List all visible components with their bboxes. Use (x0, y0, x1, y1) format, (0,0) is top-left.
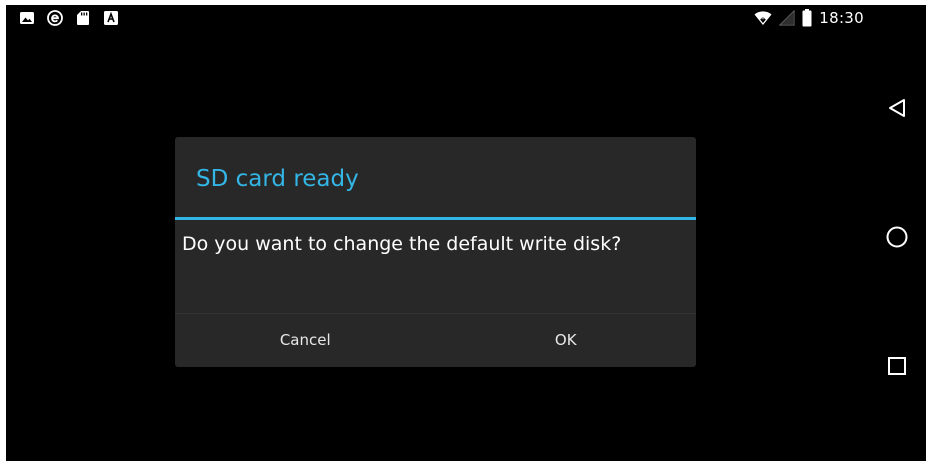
recents-button[interactable] (881, 350, 913, 382)
status-clock: 18:30 (819, 9, 864, 27)
status-bar: 18:30 (6, 5, 866, 33)
sd-card-icon (77, 11, 89, 25)
e-icon (47, 10, 63, 26)
image-icon (20, 12, 34, 24)
keyboard-a-icon (104, 11, 118, 25)
device-screen: 18:30 SD card ready Do you want to chang… (6, 5, 926, 461)
dialog-title: SD card ready (196, 166, 359, 192)
recents-icon (888, 357, 906, 375)
signal-icon (779, 10, 795, 26)
home-button[interactable] (881, 221, 913, 253)
dialog-button-bar: Cancel OK (175, 313, 696, 368)
home-icon (886, 226, 908, 248)
back-button[interactable] (881, 92, 913, 124)
system-status: 18:30 (754, 9, 864, 27)
dialog-title-divider (175, 217, 696, 220)
navigation-bar (868, 5, 926, 461)
dialog-message: Do you want to change the default write … (182, 233, 622, 255)
sd-card-dialog: SD card ready Do you want to change the … (175, 137, 696, 367)
notification-icons (19, 10, 119, 26)
battery-icon (802, 9, 812, 27)
cancel-button[interactable]: Cancel (175, 314, 436, 368)
wifi-icon (754, 11, 772, 25)
ok-button[interactable]: OK (436, 314, 697, 368)
back-icon (889, 99, 905, 117)
